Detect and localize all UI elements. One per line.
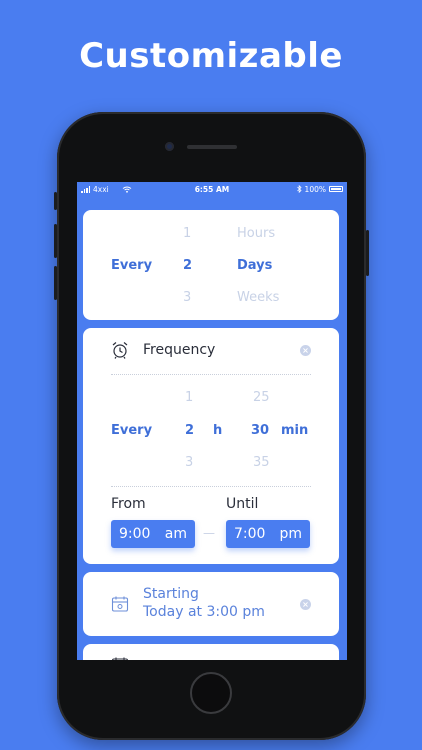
picker-number-prev[interactable]: 1 (183, 226, 191, 241)
power-button (366, 230, 369, 276)
until-label: Until (226, 496, 259, 512)
starting-label: Starting (143, 586, 199, 602)
divider (111, 486, 311, 487)
until-ampm: pm (279, 526, 302, 542)
minute-prev[interactable]: 25 (253, 390, 270, 405)
status-bar: 4xxi 6:55 AM 100% (77, 182, 347, 196)
hour-prev[interactable]: 1 (185, 390, 193, 405)
hour-next[interactable]: 3 (185, 455, 193, 470)
hour-selected[interactable]: 2 (185, 423, 194, 438)
from-label: From (111, 496, 146, 512)
mute-switch (54, 192, 57, 210)
until-time: 7:00 (234, 526, 266, 542)
frequency-title: Frequency (143, 342, 216, 358)
range-dash: — (203, 526, 215, 540)
battery-icon (329, 186, 343, 192)
picker-every-label: Every (111, 258, 153, 273)
calendar-icon (112, 657, 128, 660)
minute-next[interactable]: 35 (253, 455, 270, 470)
frequency-every-label: Every (111, 423, 153, 438)
from-time: 9:00 (119, 526, 151, 542)
clear-icon[interactable]: × (300, 599, 311, 610)
frequency-card: Frequency × 1 25 Every 2 h 30 min 3 35 F… (83, 328, 339, 564)
picker-unit-selected[interactable]: Days (237, 258, 272, 273)
calendar-icon (111, 596, 129, 612)
phone-frame: 4xxi 6:55 AM 100% 1 Hours Every 2 Days 3… (54, 112, 369, 740)
home-button[interactable] (190, 672, 232, 714)
from-time-button[interactable]: 9:00 am (111, 520, 195, 548)
divider (111, 374, 311, 375)
starting-value: Today at 3:00 pm (143, 604, 265, 620)
until-time-button[interactable]: 7:00 pm (226, 520, 310, 548)
screen: 4xxi 6:55 AM 100% 1 Hours Every 2 Days 3… (77, 182, 347, 660)
interval-picker-card[interactable]: 1 Hours Every 2 Days 3 Weeks (83, 210, 339, 320)
volume-up-button (54, 224, 57, 258)
status-time: 6:55 AM (194, 184, 230, 194)
earpiece-speaker (187, 145, 237, 149)
picker-number-selected[interactable]: 2 (183, 258, 192, 273)
picker-number-next[interactable]: 3 (183, 290, 191, 305)
starting-card[interactable]: Starting Today at 3:00 pm × (83, 572, 339, 636)
clear-icon[interactable]: × (300, 345, 311, 356)
from-ampm: am (164, 526, 187, 542)
alarm-clock-icon (112, 342, 128, 359)
volume-down-button (54, 266, 57, 300)
front-camera (165, 142, 174, 151)
picker-unit-next[interactable]: Weeks (237, 290, 279, 305)
hour-unit: h (213, 423, 223, 438)
minute-unit: min (281, 423, 309, 438)
headline: Customizable (79, 36, 343, 76)
minute-selected[interactable]: 30 (251, 423, 269, 438)
next-card-partial[interactable] (83, 644, 339, 660)
picker-unit-prev[interactable]: Hours (237, 226, 275, 241)
